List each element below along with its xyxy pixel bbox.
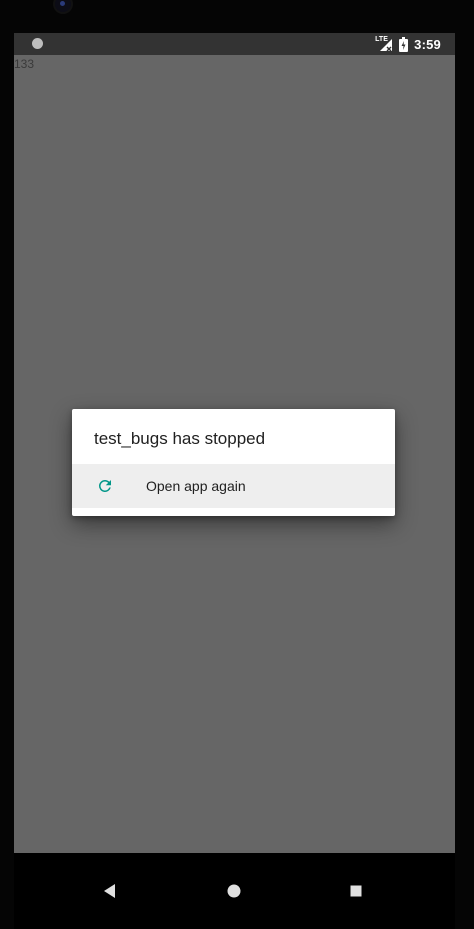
app-counter-text: 133 — [14, 57, 35, 71]
home-circle-icon[interactable] — [226, 883, 242, 899]
lte-signal-icon: LTE — [375, 36, 393, 52]
dialog-title: test_bugs has stopped — [94, 429, 266, 448]
navigation-bar — [14, 853, 455, 929]
screen: LTE 3:59 133 test_bugs has stopped Open … — [14, 33, 455, 853]
back-triangle-icon[interactable] — [102, 883, 118, 899]
app-crash-dialog: test_bugs has stopped Open app again — [72, 409, 395, 516]
notification-dot-icon — [32, 38, 43, 49]
status-bar: LTE 3:59 — [14, 33, 455, 55]
battery-charging-icon — [399, 36, 409, 52]
device-frame: LTE 3:59 133 test_bugs has stopped Open … — [0, 0, 474, 929]
reload-icon — [98, 480, 111, 492]
status-icons: LTE 3:59 — [375, 33, 441, 55]
front-camera — [55, 0, 71, 12]
recents-square-icon[interactable] — [348, 883, 364, 899]
open-app-again-button[interactable]: Open app again — [72, 464, 395, 508]
status-clock: 3:59 — [414, 36, 441, 52]
open-app-again-label: Open app again — [146, 478, 246, 494]
